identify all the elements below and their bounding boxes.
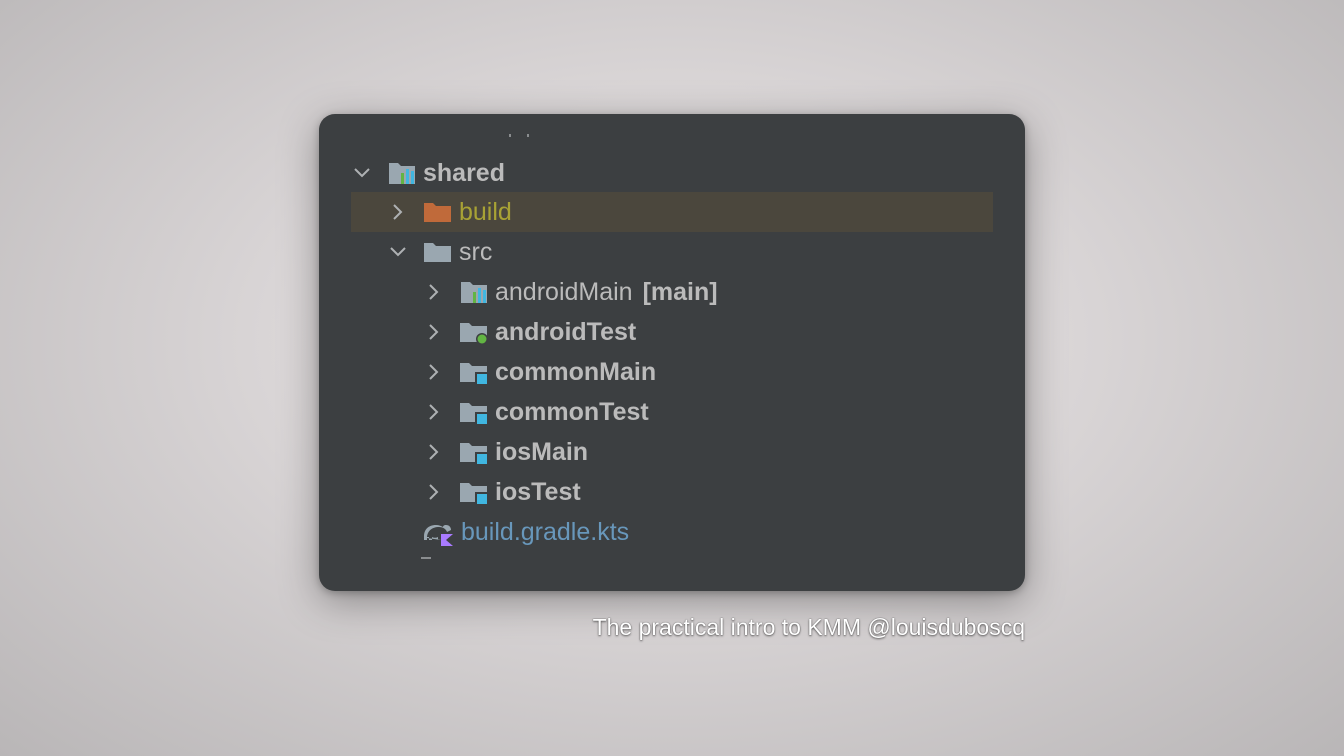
source-set-folder-icon: [459, 438, 489, 466]
chevron-down-icon[interactable]: [351, 162, 373, 184]
tree-label: iosTest: [495, 477, 581, 506]
tree-row-src[interactable]: src: [351, 232, 993, 272]
tree-row-shared[interactable]: shared: [351, 153, 993, 193]
source-set-folder-icon: [459, 478, 489, 506]
tree-label: androidMain: [495, 277, 633, 306]
scroll-clip-marks: [509, 134, 529, 137]
tree-row-iosmain[interactable]: iosMain: [351, 432, 993, 472]
module-folder-icon: [459, 278, 489, 306]
gradle-kotlin-file-icon: [423, 518, 455, 546]
chevron-right-icon[interactable]: [423, 321, 445, 343]
tree-row-androidmain[interactable]: androidMain [main]: [351, 272, 993, 312]
tree-label: androidTest: [495, 317, 637, 346]
chevron-right-icon[interactable]: [387, 201, 409, 223]
tree-label: shared: [423, 158, 505, 187]
chevron-right-icon[interactable]: [423, 401, 445, 423]
chevron-right-icon[interactable]: [423, 481, 445, 503]
caption-text: The practical intro to KMM @louisduboscq: [592, 614, 1025, 640]
tree-label: commonMain: [495, 357, 657, 386]
tree-row-androidtest[interactable]: androidTest: [351, 312, 993, 352]
tree-row-iostest[interactable]: iosTest: [351, 472, 993, 512]
tree-row-commontest[interactable]: commonTest: [351, 392, 993, 432]
tree-label: build.gradle.kts: [461, 517, 630, 546]
tree-row-commonmain[interactable]: commonMain: [351, 352, 993, 392]
project-tree-panel: shared build src androidMain [main] andr…: [319, 114, 1025, 591]
chevron-right-icon[interactable]: [423, 361, 445, 383]
scroll-clip-marks: [421, 557, 431, 559]
module-folder-icon: [387, 159, 417, 187]
excluded-folder-icon: [423, 198, 453, 226]
tree-label: commonTest: [495, 397, 649, 426]
tree-label: iosMain: [495, 437, 589, 466]
tree-row-build-gradle-kts[interactable]: build.gradle.kts: [351, 512, 993, 552]
test-folder-icon: [459, 318, 489, 346]
chevron-down-icon[interactable]: [387, 241, 409, 263]
chevron-right-icon[interactable]: [423, 441, 445, 463]
tree-label: build: [459, 197, 512, 226]
tree-label: src: [459, 237, 493, 266]
main-module-tag: [main]: [642, 277, 718, 306]
source-set-folder-icon: [459, 398, 489, 426]
chevron-right-icon[interactable]: [423, 281, 445, 303]
folder-icon: [423, 238, 453, 266]
source-set-folder-icon: [459, 358, 489, 386]
tree-row-build[interactable]: build: [351, 192, 993, 232]
